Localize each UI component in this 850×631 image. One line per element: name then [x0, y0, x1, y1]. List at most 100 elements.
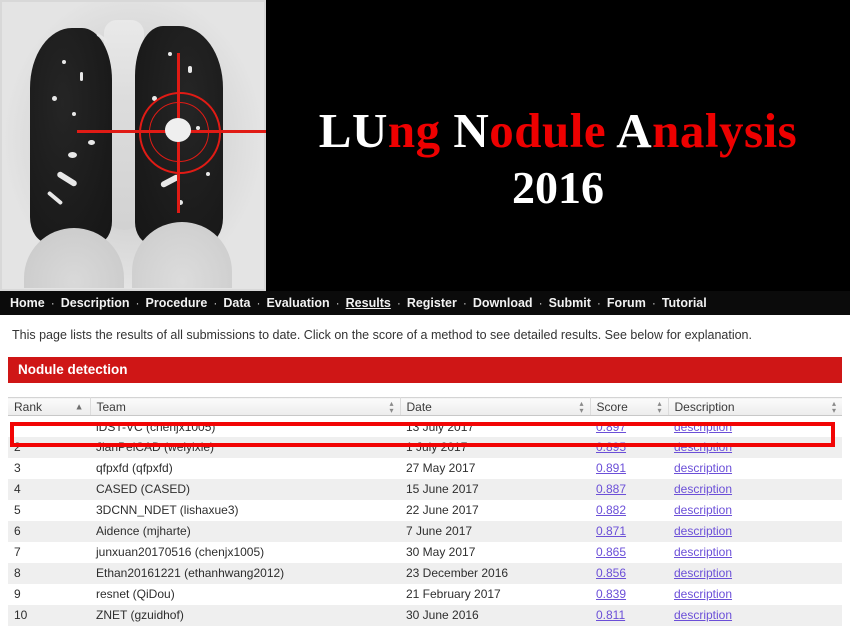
column-header-team[interactable]: Team ▴ ▾ [90, 397, 401, 417]
cell-rank: 9 [8, 583, 90, 605]
intro-text: This page lists the results of all submi… [12, 328, 752, 342]
nodule-crosshair-icon [77, 53, 266, 213]
table-row: 2 JianPeiCAD (weiyixie) 1 July 2017 0.895 de… [8, 436, 842, 458]
cell-rank: 3 [8, 457, 90, 479]
table-row: 4 CASED (CASED) 15 June 2017 0.887 descripti… [8, 478, 842, 500]
cell-date: 7 June 2017 [400, 520, 590, 542]
cell-date: 23 December 2016 [400, 562, 590, 584]
score-link[interactable]: 0.897 [596, 420, 626, 434]
results-table-header: Rank ▲ Team ▴ ▾ Date ▴ ▾ Score ▴ ▾ Description ▴ ▾ [8, 397, 842, 417]
cell-team: qfpxfd (qfpxfd) [90, 457, 400, 479]
cell-score: 0.839 [590, 583, 668, 605]
column-header-rank[interactable]: Rank ▲ [8, 397, 91, 417]
ct-vessel-speck [168, 52, 172, 56]
site-title-year: 2016 [512, 161, 604, 213]
cell-description: description [668, 457, 842, 479]
coronal-chest-ct-image [0, 0, 266, 291]
nav-item-description[interactable]: Description [61, 296, 130, 310]
cell-description: description [668, 478, 842, 500]
description-link[interactable]: description [674, 420, 732, 434]
ct-vessel-speck [88, 140, 95, 145]
cell-description: description [668, 499, 842, 521]
ct-vessel-speck [62, 60, 66, 64]
description-link[interactable]: description [674, 587, 732, 601]
table-row: 8 Ethan20161221 (ethanhwang2012) 23 Decemb… [8, 562, 842, 584]
ct-vessel-speck [72, 112, 76, 116]
nav-item-tutorial[interactable]: Tutorial [662, 296, 707, 310]
nav-item-download[interactable]: Download [473, 296, 533, 310]
sort-toggle-icon[interactable]: ▴ ▾ [832, 399, 836, 414]
score-link[interactable]: 0.865 [596, 545, 626, 559]
sort-toggle-icon[interactable]: ▴ ▾ [389, 399, 393, 414]
nav-separator: · [651, 296, 656, 310]
nav-item-results[interactable]: Results [346, 296, 391, 310]
results-table-body: iDST-VC (chenjx1005) 13 July 2017 0.897 des… [8, 415, 842, 626]
column-header-label: Rank [14, 399, 43, 414]
nav-item-home[interactable]: Home [10, 296, 45, 310]
nav-item-evaluation[interactable]: Evaluation [266, 296, 329, 310]
score-link[interactable]: 0.856 [596, 566, 626, 580]
nav-separator: · [256, 296, 261, 310]
site-title-part: ng [387, 103, 454, 159]
main-navigation[interactable]: Home · Description · Procedure · Data · Evaluati… [0, 291, 850, 315]
section-header-nodule-detection: Nodule detection [8, 357, 842, 384]
site-title-part: LU [318, 103, 388, 159]
nav-separator: · [396, 296, 401, 310]
nav-item-procedure[interactable]: Procedure [146, 296, 208, 310]
cell-score: 0.887 [590, 478, 668, 500]
cell-team: Aidence (mjharte) [90, 520, 400, 542]
cell-date: 30 June 2016 [400, 604, 590, 626]
nav-separator: · [462, 296, 467, 310]
cell-score: 0.882 [590, 499, 668, 521]
table-row: 6 Aidence (mjharte) 7 June 2017 0.871 descri… [8, 520, 842, 542]
ct-vessel-speck [188, 66, 192, 73]
table-row: 3 qfpxfd (qfpxfd) 27 May 2017 0.891 descript… [8, 457, 842, 479]
score-link[interactable]: 0.891 [596, 461, 626, 475]
score-link[interactable]: 0.887 [596, 482, 626, 496]
nav-item-register[interactable]: Register [407, 296, 457, 310]
score-link[interactable]: 0.839 [596, 587, 626, 601]
cell-description: description [668, 583, 842, 605]
sort-toggle-icon[interactable]: ▴ ▾ [657, 399, 661, 414]
column-header-score[interactable]: Score ▴ ▾ [590, 397, 669, 417]
column-header-label: Team [96, 399, 126, 414]
cell-date: 27 May 2017 [400, 457, 590, 479]
cell-team: resnet (QiDou) [90, 583, 400, 605]
sort-ascending-icon[interactable]: ▲ [75, 402, 84, 411]
score-link[interactable]: 0.871 [596, 524, 626, 538]
sort-toggle-icon[interactable]: ▴ ▾ [579, 399, 583, 414]
cell-date: 15 June 2017 [400, 478, 590, 500]
description-link[interactable]: description [674, 524, 732, 538]
nav-item-forum[interactable]: Forum [607, 296, 646, 310]
column-header-description[interactable]: Description ▴ ▾ [668, 397, 842, 417]
cell-team: JianPeiCAD (weiyixie) [90, 436, 400, 458]
cell-score: 0.895 [590, 436, 668, 458]
ct-vessel-speck [68, 152, 77, 158]
score-link[interactable]: 0.811 [596, 608, 625, 622]
site-title-part: A [616, 103, 653, 159]
cell-rank: 10 [8, 604, 90, 626]
table-header-row: Rank ▲ Team ▴ ▾ Date ▴ ▾ Score ▴ ▾ Description ▴ ▾ [8, 397, 842, 417]
column-header-date[interactable]: Date ▴ ▾ [400, 397, 591, 417]
cell-date: 30 May 2017 [400, 541, 590, 563]
description-link[interactable]: description [674, 503, 732, 517]
nav-separator: · [135, 296, 140, 310]
description-link[interactable]: description [674, 461, 732, 475]
score-link[interactable]: 0.895 [596, 440, 626, 454]
description-link[interactable]: description [674, 482, 732, 496]
nav-item-data[interactable]: Data [223, 296, 250, 310]
description-link[interactable]: description [674, 440, 732, 454]
cell-team: junxuan20170516 (chenjx1005) [90, 541, 400, 563]
description-link[interactable]: description [674, 608, 732, 622]
cell-score: 0.811 [590, 604, 668, 626]
table-row: 9 resnet (QiDou) 21 February 2017 0.839 desc… [8, 583, 842, 605]
nav-item-submit[interactable]: Submit [549, 296, 591, 310]
nav-separator: · [335, 296, 340, 310]
description-link[interactable]: description [674, 566, 732, 580]
site-banner: LUng Nodule Analysis 2016 [0, 0, 850, 291]
score-link[interactable]: 0.882 [596, 503, 626, 517]
ct-lung-left [30, 28, 112, 243]
cell-rank: 4 [8, 478, 90, 500]
cell-description: description [668, 436, 842, 458]
description-link[interactable]: description [674, 545, 732, 559]
